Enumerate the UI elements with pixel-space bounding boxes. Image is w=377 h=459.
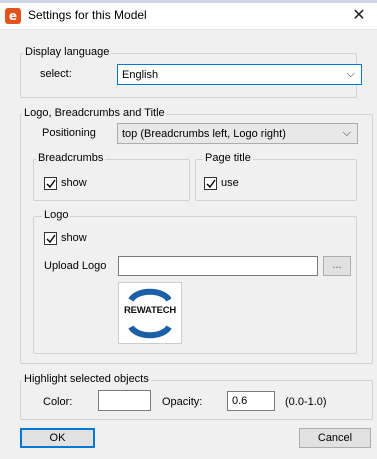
- app-icon: e: [5, 8, 21, 24]
- logo-preview: REWATECH: [118, 282, 182, 344]
- page-title-legend: Page title: [203, 152, 253, 164]
- language-select[interactable]: English ⌵: [117, 64, 362, 85]
- breadcrumbs-legend: Breadcrumbs: [36, 152, 106, 164]
- browse-button[interactable]: ...: [323, 256, 351, 276]
- upload-logo-field[interactable]: [118, 256, 318, 276]
- breadcrumbs-show-checkbox[interactable]: [44, 177, 57, 190]
- display-language-legend: Display language: [23, 46, 112, 58]
- page-title-use-checkbox[interactable]: [204, 177, 217, 190]
- breadcrumbs-show-label: show: [61, 177, 87, 189]
- opacity-label: Opacity:: [162, 396, 203, 408]
- checkmark-icon: [46, 179, 56, 189]
- logo-show-label: show: [61, 232, 87, 244]
- opacity-field[interactable]: 0.6: [227, 391, 275, 411]
- checkmark-icon: [206, 179, 216, 189]
- chevron-down-icon: ⌵: [346, 67, 355, 80]
- color-label: Color:: [43, 396, 73, 408]
- page-title-group: [195, 159, 357, 201]
- upload-logo-label: Upload Logo: [44, 260, 107, 272]
- language-select-label: select:: [40, 68, 72, 80]
- opacity-range-hint: (0.0-1.0): [285, 396, 327, 408]
- logo-breadcrumbs-title-legend: Logo, Breadcrumbs and Title: [22, 107, 167, 119]
- window-title: Settings for this Model: [28, 8, 147, 22]
- positioning-select-value: top (Breadcrumbs left, Logo right): [122, 128, 286, 140]
- logo-legend: Logo: [42, 209, 71, 221]
- logo-text: REWATECH: [123, 305, 177, 316]
- close-icon[interactable]: ✕: [347, 4, 371, 26]
- color-field[interactable]: [98, 390, 151, 411]
- language-select-value: English: [122, 69, 159, 81]
- cancel-button[interactable]: Cancel: [299, 428, 371, 448]
- positioning-label: Positioning: [42, 127, 96, 139]
- highlight-legend: Highlight selected objects: [22, 373, 151, 385]
- chevron-down-icon: ⌵: [342, 126, 351, 139]
- settings-dialog: e Settings for this Model ✕ Display lang…: [0, 0, 377, 459]
- positioning-select[interactable]: top (Breadcrumbs left, Logo right) ⌵: [117, 123, 358, 144]
- ok-button[interactable]: OK: [20, 428, 95, 448]
- logo-show-checkbox[interactable]: [44, 232, 57, 245]
- title-bar-top-strip: [0, 0, 377, 3]
- title-bar: e Settings for this Model ✕: [0, 0, 377, 30]
- checkmark-icon: [46, 234, 56, 244]
- page-title-use-label: use: [221, 177, 239, 189]
